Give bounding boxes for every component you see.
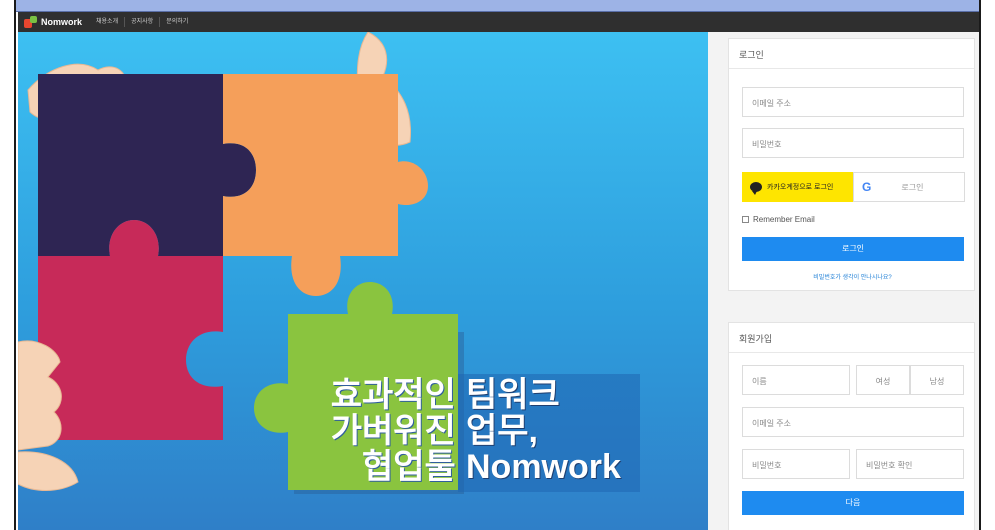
remember-email-label: Remember Email [753,215,815,224]
google-icon: G [862,180,872,194]
logo[interactable]: Nomwork [24,15,82,29]
headline-left-line-3: 협업툴 [362,448,456,486]
kakao-login-button[interactable]: 카카오계정으로 로그인 [742,172,853,202]
google-login-label: 로그인 [901,182,924,192]
signup-next-button[interactable]: 다음 [742,491,964,515]
login-title: 로그인 [729,39,974,69]
window-right-border [979,0,995,530]
google-login-button[interactable]: G 로그인 [853,172,965,202]
signup-name-field[interactable]: 이름 [742,365,850,395]
headline-right-line-2: 업무, [466,412,539,450]
headline-left: 효과적인 가벼워진 협업툴 [328,377,456,485]
top-navbar: Nomwork 채용소개 공지사항 문의하기 [18,12,979,32]
remember-email-checkbox[interactable] [742,216,749,223]
login-submit-button[interactable]: 로그인 [742,237,964,261]
signup-title: 회원가입 [729,323,974,353]
logo-text: Nomwork [41,17,83,27]
puzzle-logo-icon [24,15,38,29]
window-top-border [0,0,995,12]
signup-email-field[interactable]: 이메일 주소 [742,407,964,437]
forgot-password-link[interactable]: 비밀번호가 생각이 안나시나요? [729,272,976,281]
window-left-border [0,0,16,530]
hero-banner: 효과적인 가벼워진 협업툴 팀워크 업무, Nomwork [18,32,708,530]
auth-sidebar: 로그인 이메일 주소 비밀번호 카카오계정으로 로그인 G 로그인 Rememb… [708,32,979,530]
nav-item-contact[interactable]: 문의하기 [159,17,194,27]
kakao-login-label: 카카오계정으로 로그인 [767,184,834,191]
gender-male-option[interactable]: 남성 [910,365,964,395]
hand-bottom-left [18,340,62,451]
signup-password-field[interactable]: 비밀번호 [742,449,850,479]
headline-right-line-1: 팀워크 [466,376,560,414]
kakao-chat-icon [750,182,762,195]
remember-email[interactable]: Remember Email [742,215,815,224]
nav-item-notice[interactable]: 공지사항 [124,17,159,27]
headline-right-line-3: Nomwork [466,448,621,486]
login-email-field[interactable]: 이메일 주소 [742,87,964,117]
signup-card: 회원가입 이름 여성 남성 이메일 주소 비밀번호 비밀번호 확인 다음 [728,322,975,530]
login-card: 로그인 이메일 주소 비밀번호 카카오계정으로 로그인 G 로그인 Rememb… [728,38,975,291]
headline-left-line-1: 효과적인 [330,376,456,414]
headline-left-line-2: 가벼워진 [330,412,456,450]
nav-item-about[interactable]: 채용소개 [90,17,124,27]
login-password-field[interactable]: 비밀번호 [742,128,964,158]
gender-female-option[interactable]: 여성 [856,365,910,395]
headline-right: 팀워크 업무, Nomwork [466,377,621,485]
signup-password-confirm-field[interactable]: 비밀번호 확인 [856,449,964,479]
